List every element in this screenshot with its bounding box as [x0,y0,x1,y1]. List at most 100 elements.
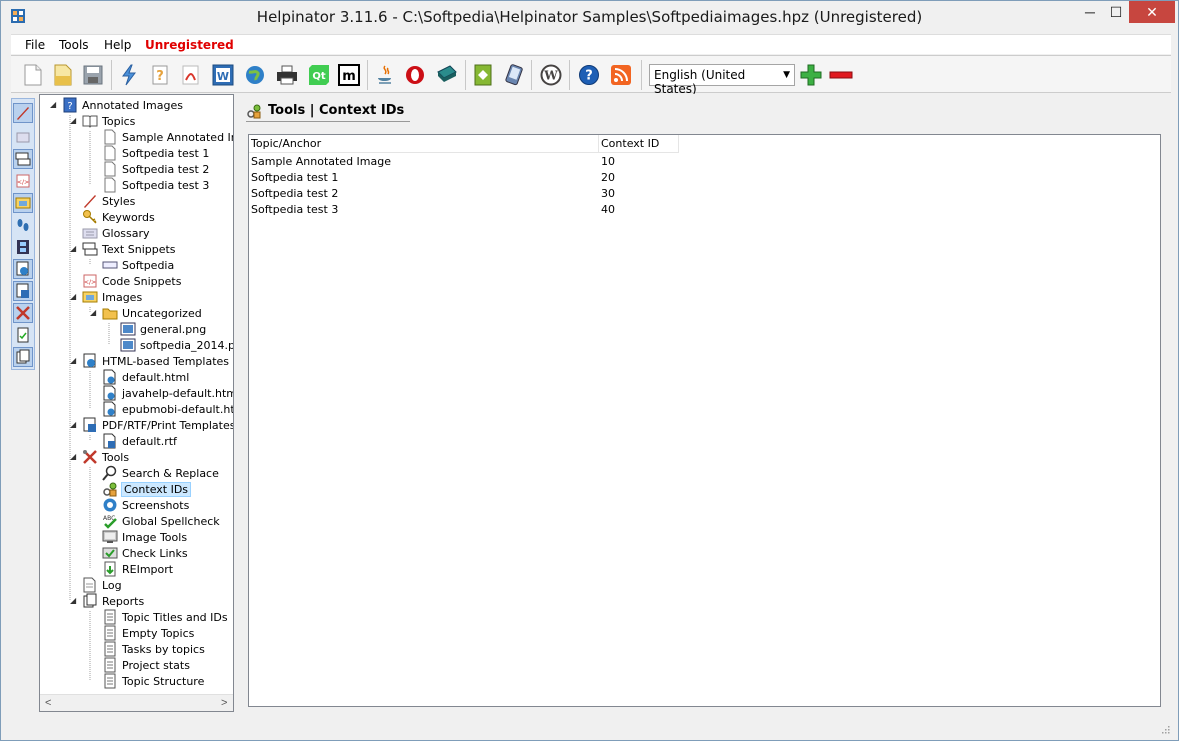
tree-expander-icon[interactable]: ◢ [70,420,76,429]
opera-icon[interactable] [403,63,427,87]
pdf-icon[interactable] [179,63,203,87]
tree-item[interactable]: Tools [82,449,129,465]
tree-item[interactable]: Text Snippets [82,241,176,257]
tree-expander-icon[interactable]: ◢ [70,596,76,605]
menu-help[interactable]: Help [104,38,131,52]
new-file-icon[interactable] [21,63,45,87]
tree-item[interactable]: Softpedia [102,257,174,273]
tree-item[interactable]: Sample Annotated Image [102,129,233,145]
glossary-strip-icon[interactable] [13,127,33,147]
tree-item[interactable]: Topics [82,113,135,129]
tree-item[interactable]: default.html [102,369,189,385]
table-row[interactable]: Sample Annotated Image 10 [249,154,679,170]
tree-item[interactable]: Topic Structure [102,673,204,689]
open-folder-icon[interactable] [51,63,75,87]
mobile-icon[interactable] [503,63,527,87]
column-header-topic[interactable]: Topic/Anchor [249,135,599,153]
log-strip-icon[interactable] [13,325,33,345]
tree-item[interactable]: Empty Topics [102,625,194,641]
tree-item[interactable]: REImport [102,561,173,577]
tree-item[interactable]: Image Tools [102,529,187,545]
remove-language-icon[interactable] [829,63,853,87]
menu-unregistered[interactable]: Unregistered [145,38,234,52]
snippets-strip-icon[interactable] [13,149,33,169]
film-strip-icon[interactable] [13,237,33,257]
word-icon[interactable]: W [211,63,235,87]
tree-item[interactable]: Search & Replace [102,465,219,481]
tree-item[interactable]: </> Code Snippets [82,273,181,289]
tree-item[interactable]: Check Links [102,545,188,561]
reports-strip-icon[interactable] [13,347,33,367]
tree-expander-icon[interactable]: ◢ [70,356,76,365]
add-language-icon[interactable] [799,63,823,87]
epub-icon[interactable] [471,63,495,87]
rss-icon[interactable] [609,63,633,87]
column-header-context-id[interactable]: Context ID [599,135,679,153]
tree-item[interactable]: Styles [82,193,135,209]
images-strip-icon[interactable] [13,193,33,213]
tree-item[interactable]: Softpedia test 3 [102,177,209,193]
tree-item[interactable]: default.rtf [102,433,177,449]
language-select[interactable]: English (United States) ▼ [649,64,795,96]
table-row[interactable]: Softpedia test 3 40 [249,202,679,218]
tree-item[interactable]: ABC Global Spellcheck [102,513,220,529]
tree-expander-icon[interactable]: ◢ [70,116,76,125]
tree-item[interactable]: Reports [82,593,144,609]
wordpress-icon[interactable]: W [539,63,563,87]
minimize-button[interactable]: ─ [1077,1,1103,23]
scroll-left-icon[interactable]: < [45,697,51,709]
tree-item[interactable]: Project stats [102,657,190,673]
tree-item[interactable]: Topic Titles and IDs [102,609,228,625]
print-templates-strip-icon[interactable] [13,281,33,301]
tree-item[interactable]: Tasks by topics [102,641,205,657]
resize-grip-icon[interactable] [1160,724,1170,734]
tree-item[interactable]: ? Annotated Images [62,97,183,113]
table-row[interactable]: Softpedia test 1 20 [249,170,679,186]
tree-expander-icon[interactable]: ◢ [70,452,76,461]
code-strip-icon[interactable]: </> [13,171,33,191]
project-tree[interactable]: ◢ ? Annotated Images ◢ Topics Sample Annotate… [39,94,234,712]
scroll-right-icon[interactable]: > [221,697,227,709]
m-icon[interactable]: m [337,63,361,87]
tools-strip-icon[interactable] [13,303,33,323]
table-row[interactable]: Softpedia test 2 30 [249,186,679,202]
print-icon[interactable] [275,63,299,87]
tree-item[interactable]: PDF/RTF/Print Templates [82,417,233,433]
html-templates-strip-icon[interactable] [13,259,33,279]
context-ids-table[interactable]: Topic/Anchor Context ID Sample Annotated… [248,134,1161,707]
tree-item[interactable]: Screenshots [102,497,189,513]
tree-item[interactable]: Softpedia test 2 [102,161,209,177]
tree-item[interactable]: softpedia_2014.png [120,337,233,353]
tree-item[interactable]: Context IDs [102,481,192,497]
tree-item[interactable]: HTML-based Templates [82,353,229,369]
tree-item[interactable]: Uncategorized [102,305,202,321]
maximize-button[interactable]: ☐ [1103,1,1129,23]
tree-item[interactable]: epubmobi-default.html [102,401,233,417]
svg-text:?: ? [67,101,72,112]
chm-icon[interactable]: ? [149,63,173,87]
footprints-strip-icon[interactable] [13,215,33,235]
qt-icon[interactable]: Qt [307,63,331,87]
close-button[interactable]: ✕ [1129,1,1175,23]
tree-expander-icon[interactable]: ◢ [50,100,56,109]
tree-item[interactable]: Log [82,577,122,593]
tree-item[interactable]: Softpedia test 1 [102,145,209,161]
save-icon[interactable] [81,63,105,87]
java-icon[interactable] [373,63,397,87]
menu-file[interactable]: File [25,38,45,52]
tree-expander-icon[interactable]: ◢ [90,308,96,317]
book-icon[interactable] [435,63,459,87]
tree-expander-icon[interactable]: ◢ [70,292,76,301]
tree-expander-icon[interactable]: ◢ [70,244,76,253]
help-icon[interactable]: ? [577,63,601,87]
styles-strip-icon[interactable] [13,103,33,123]
horizontal-scrollbar[interactable]: < > [40,694,233,711]
tree-item[interactable]: Keywords [82,209,155,225]
tree-item[interactable]: Glossary [82,225,150,241]
tree-item[interactable]: javahelp-default.html [102,385,233,401]
tree-item[interactable]: general.png [120,321,206,337]
build-icon[interactable] [117,63,141,87]
web-icon[interactable] [243,63,267,87]
tree-item[interactable]: Images [82,289,142,305]
menu-tools[interactable]: Tools [59,38,89,52]
